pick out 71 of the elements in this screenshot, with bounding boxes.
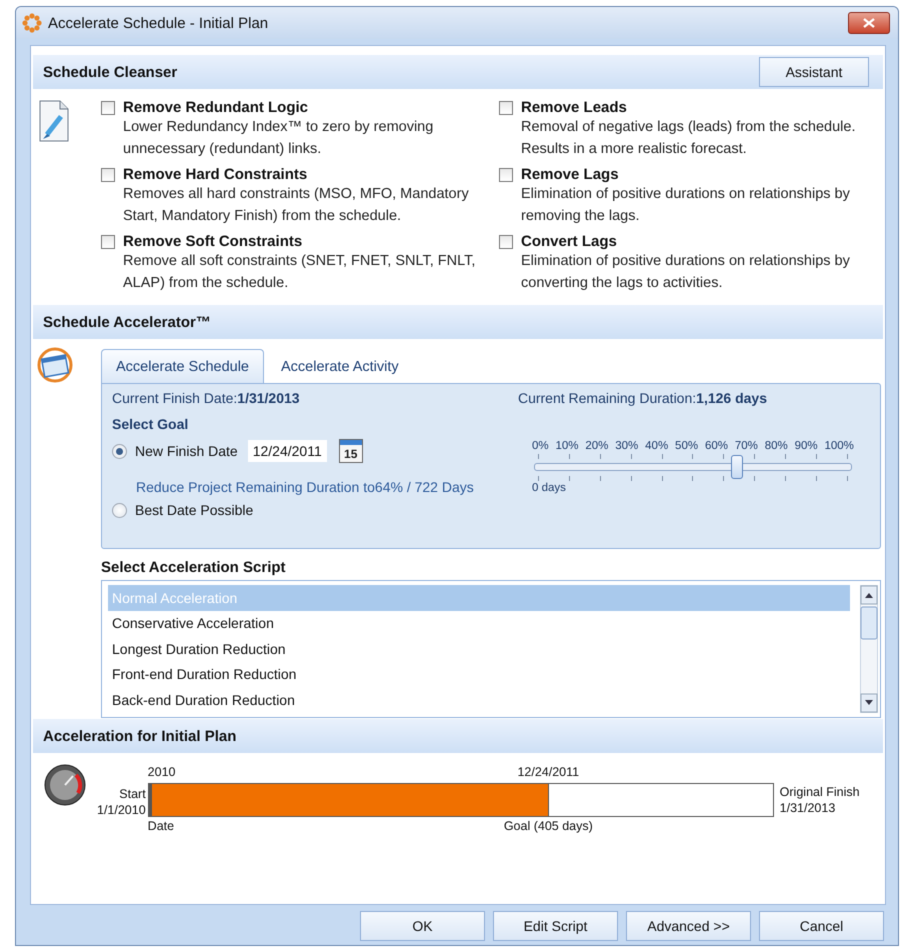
finish-date: 1/31/2013: [780, 801, 836, 815]
tick-label: 70%: [734, 440, 758, 452]
date-label: Date: [148, 819, 174, 833]
tick-label: 100%: [824, 440, 854, 452]
tab[interactable]: Accelerate Schedule: [101, 349, 264, 383]
checkbox[interactable]: [499, 100, 513, 114]
start-date: 1/1/2010: [97, 803, 146, 817]
current-finish-date: Current Finish Date:1/31/2013: [112, 390, 300, 406]
list-item[interactable]: Longest Duration Reduction: [108, 636, 850, 662]
calendar-icon: [37, 347, 73, 383]
checkbox-label: Remove Leads: [521, 99, 627, 116]
window-title: Accelerate Schedule - Initial Plan: [48, 14, 270, 32]
script-heading: Select Acceleration Script: [101, 559, 287, 576]
tick-label: 0%: [532, 440, 549, 452]
tick-label: 40%: [645, 440, 668, 452]
start-label: Start: [119, 787, 146, 801]
list-item[interactable]: Front-end Duration Reduction: [108, 662, 850, 687]
checkbox[interactable]: [499, 168, 513, 182]
checkbox-label: Remove Hard Constraints: [123, 166, 308, 183]
radio-button[interactable]: [112, 502, 127, 518]
tick-label: 80%: [764, 440, 788, 452]
tick-label: 10%: [555, 440, 579, 452]
checkbox-label: Remove Soft Constraints: [123, 233, 302, 250]
option-description: Remove all soft constraints (SNET, FNET, SNLT, FNLT, ALAP) from the schedule.: [123, 252, 476, 293]
section-title: Schedule Cleanser: [43, 64, 178, 80]
dialog-button[interactable]: Edit Script: [493, 911, 618, 941]
slider-min-label: 0 days: [532, 482, 566, 494]
option-description: Lower Redundancy Index™ to zero by removing unnecessary (redundant) links.: [123, 118, 434, 159]
year-label: 2010: [148, 765, 176, 779]
tick-label: 90%: [794, 440, 818, 452]
dialog-button[interactable]: Advanced >>: [626, 911, 751, 941]
date-field[interactable]: 12/24/2011: [248, 440, 327, 462]
tick-label: 50%: [675, 440, 698, 452]
goal-label: Goal (405 days): [504, 819, 593, 833]
section-title: Schedule Accelerator™: [43, 314, 211, 330]
assistant-button[interactable]: Assistant: [759, 57, 869, 87]
calendar-button[interactable]: 15: [338, 439, 363, 463]
gear-icon: [22, 13, 42, 33]
section-title: Acceleration for Initial Plan: [43, 728, 236, 744]
document-icon: [37, 99, 71, 143]
option-description: Elimination of positive durations on relationships by converting the lags to activities.: [521, 252, 851, 293]
current-remaining-duration: Current Remaining Duration:1,126 days: [518, 390, 767, 406]
checkbox[interactable]: [499, 234, 513, 248]
option-description: Removal of negative lags (leads) from the schedule. Results in a more realistic forecast.: [521, 118, 856, 159]
goal-date: 12/24/2011: [517, 765, 580, 779]
radio-label: New Finish Date: [135, 443, 238, 459]
tab[interactable]: Accelerate Activity: [266, 349, 414, 383]
option-description: Elimination of positive durations on relationships by removing the lags.: [521, 185, 851, 226]
dialog-button[interactable]: Cancel: [759, 911, 884, 941]
radio-label: Best Date Possible: [135, 502, 254, 518]
checkbox[interactable]: [101, 168, 115, 182]
checkbox-label: Remove Redundant Logic: [123, 99, 308, 116]
radio-button[interactable]: [112, 444, 127, 458]
checkbox[interactable]: [101, 234, 115, 248]
slider-thumb[interactable]: [731, 455, 744, 479]
list-item[interactable]: Back-end Duration Reduction: [108, 687, 850, 712]
dialog-button[interactable]: OK: [360, 911, 485, 941]
checkbox-label: Remove Lags: [521, 166, 619, 183]
close-button[interactable]: [848, 12, 890, 34]
checkbox[interactable]: [101, 100, 115, 114]
option-description: Removes all hard constraints (MSO, MFO, Mandatory Start, Mandatory Finish) from the schedule.: [123, 185, 470, 226]
tick-label: 20%: [585, 440, 608, 452]
checkbox-label: Convert Lags: [521, 233, 617, 250]
finish-label: Original Finish: [780, 785, 860, 799]
reduce-text: Reduce Project Remaining Duration to64% / 722 Days: [136, 479, 475, 495]
list-item[interactable]: Conservative Acceleration: [108, 610, 850, 636]
gauge-icon: [43, 763, 87, 807]
tick-label: 30%: [615, 440, 638, 452]
close-icon: [863, 18, 875, 28]
goal-heading: Select Goal: [112, 416, 190, 432]
tick-label: 60%: [704, 440, 728, 452]
